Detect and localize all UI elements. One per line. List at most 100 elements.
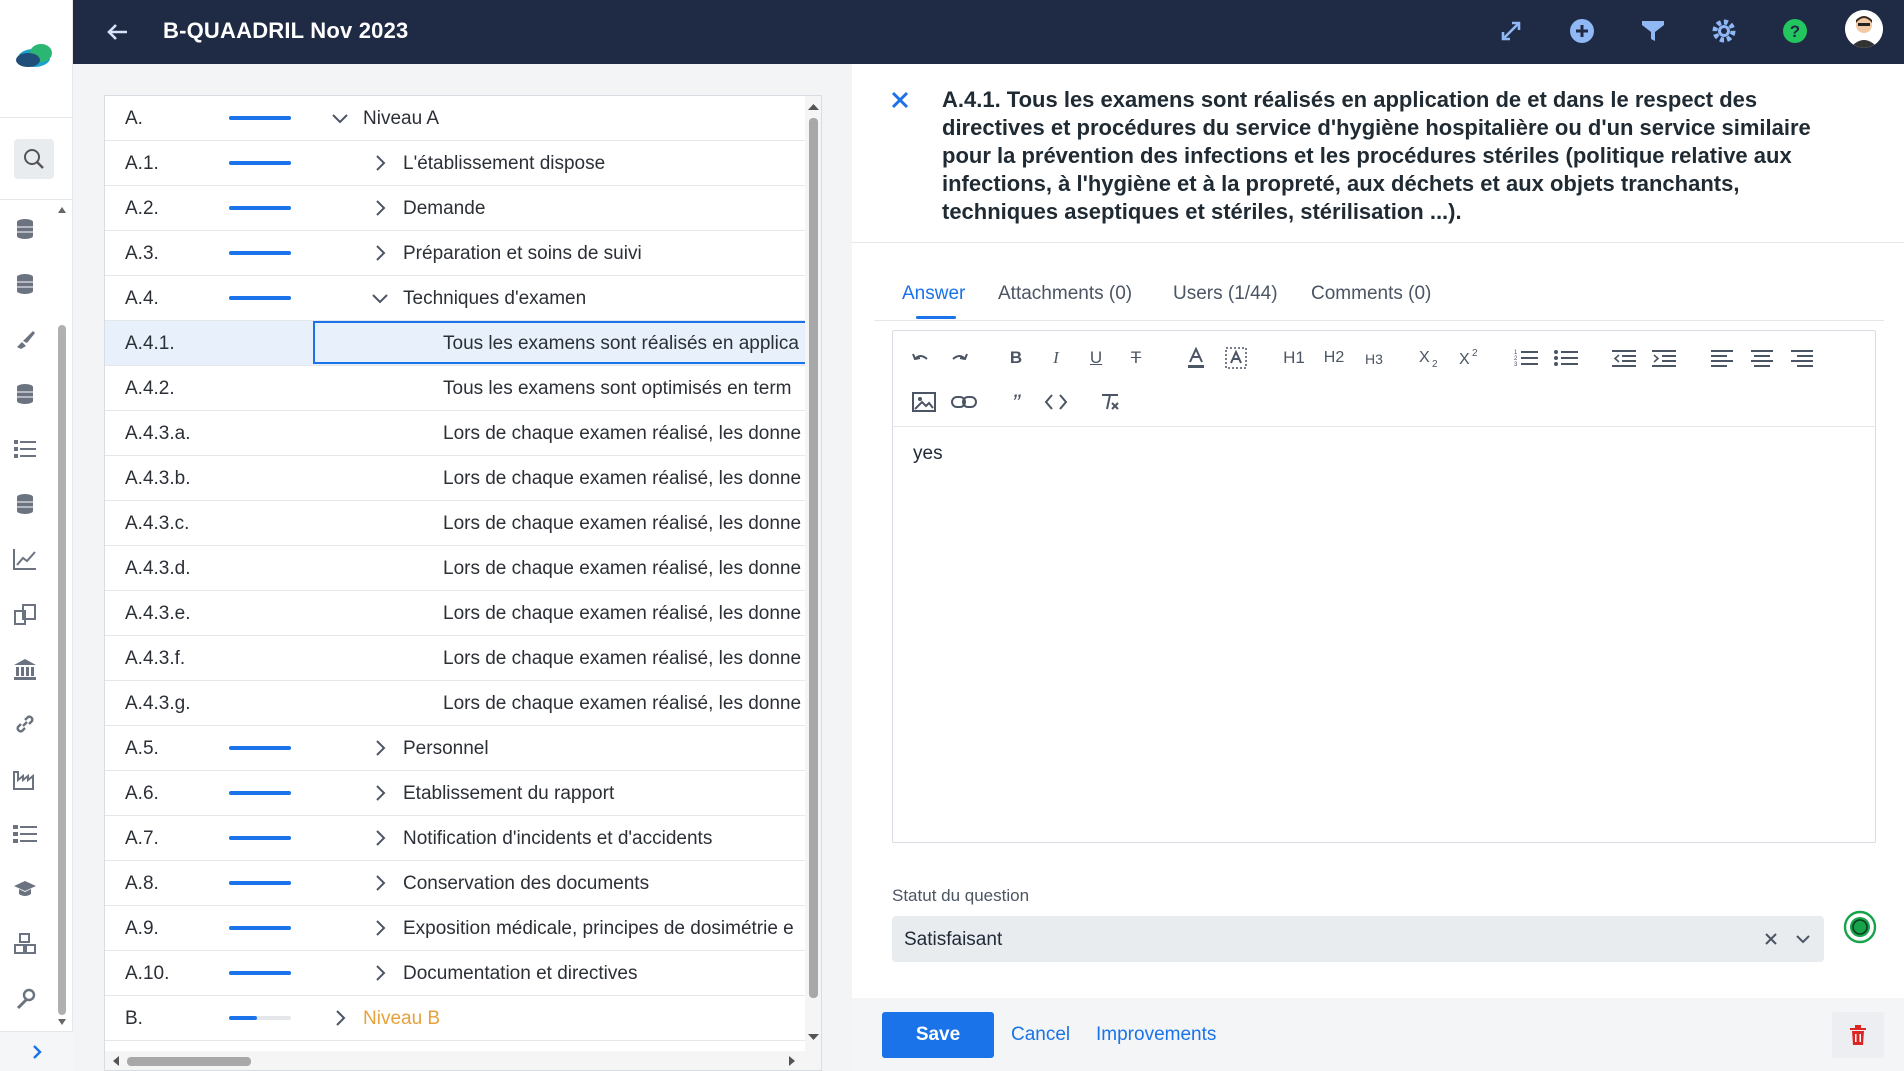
- align-right-icon[interactable]: [1785, 343, 1819, 373]
- tree-row[interactable]: A.4.3.b. Lors de chaque examen réalisé, l…: [105, 456, 805, 501]
- cubes-icon[interactable]: [12, 931, 38, 957]
- align-center-icon[interactable]: [1745, 343, 1779, 373]
- avatar[interactable]: [1845, 10, 1883, 48]
- documents-icon[interactable]: [12, 601, 38, 627]
- tree-horizontal-scrollbar[interactable]: [105, 1051, 821, 1070]
- heading-1-button[interactable]: H1: [1277, 343, 1311, 373]
- tree-row[interactable]: A.2. Demande: [105, 186, 805, 231]
- list-check-icon[interactable]: [12, 821, 38, 847]
- image-icon[interactable]: [907, 387, 941, 417]
- undo-icon[interactable]: [903, 343, 937, 373]
- bullet-list-icon[interactable]: [1549, 343, 1583, 373]
- list-icon[interactable]: [12, 436, 38, 462]
- tree-row[interactable]: A.4.3.g. Lors de chaque examen réalisé, l…: [105, 681, 805, 726]
- chevron-right-icon[interactable]: [369, 242, 391, 264]
- factory-icon[interactable]: [12, 766, 38, 792]
- chart-line-icon[interactable]: [12, 546, 38, 572]
- text-color-icon[interactable]: [1179, 343, 1213, 373]
- bold-button[interactable]: B: [999, 343, 1033, 373]
- back-arrow-icon[interactable]: [103, 18, 131, 46]
- tree-row[interactable]: A.6. Etablissement du rapport: [105, 771, 805, 816]
- graduation-cap-icon[interactable]: [12, 876, 38, 902]
- chevron-down-icon[interactable]: [329, 107, 351, 129]
- highlight-icon[interactable]: [1219, 343, 1253, 373]
- redo-icon[interactable]: [943, 343, 977, 373]
- improvements-button[interactable]: Improvements: [1096, 1024, 1216, 1046]
- gear-icon[interactable]: [1709, 16, 1739, 46]
- bank-icon[interactable]: [12, 656, 38, 682]
- cancel-button[interactable]: Cancel: [1011, 1024, 1070, 1046]
- help-icon[interactable]: ?: [1780, 16, 1810, 46]
- link-icon[interactable]: [12, 711, 38, 737]
- tab-attachments[interactable]: Attachments (0): [998, 283, 1132, 305]
- chevron-down-icon[interactable]: [369, 287, 391, 309]
- italic-button[interactable]: I: [1039, 343, 1073, 373]
- tree-row[interactable]: A.4. Techniques d'examen: [105, 276, 805, 321]
- tree-row[interactable]: A.4.3.e. Lors de chaque examen réalisé, l…: [105, 591, 805, 636]
- align-left-icon[interactable]: [1705, 343, 1739, 373]
- brush-icon[interactable]: [12, 326, 38, 352]
- tree-row[interactable]: A.4.1. Tous les examens sont réalisés en …: [105, 321, 813, 366]
- chevron-down-icon[interactable]: [1792, 928, 1814, 950]
- answer-text[interactable]: yes: [913, 443, 943, 465]
- tree-hscroll-thumb[interactable]: [127, 1057, 251, 1066]
- search-icon[interactable]: [14, 139, 54, 179]
- heading-3-button[interactable]: H3: [1357, 344, 1391, 374]
- tab-users[interactable]: Users (1/44): [1173, 283, 1278, 305]
- wrench-icon[interactable]: [12, 986, 38, 1012]
- expand-diagonal-icon[interactable]: [1496, 16, 1526, 46]
- tree-row[interactable]: A.3. Préparation et soins de suivi: [105, 231, 805, 276]
- link-icon[interactable]: [947, 387, 981, 417]
- tree-row[interactable]: A.8. Conservation des documents: [105, 861, 805, 906]
- app-logo[interactable]: [14, 40, 58, 70]
- chevron-right-icon[interactable]: [369, 872, 391, 894]
- chevron-right-icon[interactable]: [369, 917, 391, 939]
- clear-icon[interactable]: [1760, 928, 1782, 950]
- tree-row[interactable]: A.7. Notification d'incidents et d'accide…: [105, 816, 805, 861]
- code-icon[interactable]: [1039, 387, 1073, 417]
- database-icon[interactable]: [12, 271, 38, 297]
- chevron-right-icon[interactable]: [369, 782, 391, 804]
- tree-row[interactable]: A.4.2. Tous les examens sont optimisés en…: [105, 366, 805, 411]
- indent-icon[interactable]: [1647, 343, 1681, 373]
- status-select[interactable]: Satisfaisant: [892, 916, 1824, 962]
- chevron-right-icon[interactable]: [369, 152, 391, 174]
- delete-button[interactable]: [1832, 1012, 1884, 1058]
- tree-row[interactable]: A.5. Personnel: [105, 726, 805, 771]
- database-icon[interactable]: [12, 381, 38, 407]
- heading-2-button[interactable]: H2: [1317, 343, 1351, 373]
- chevron-right-icon[interactable]: [369, 827, 391, 849]
- strikethrough-button[interactable]: T: [1119, 343, 1153, 373]
- tree-row[interactable]: A.4.3.c. Lors de chaque examen réalisé, l…: [105, 501, 805, 546]
- expand-sidebar-button[interactable]: [0, 1031, 73, 1071]
- outdent-icon[interactable]: [1607, 343, 1641, 373]
- tab-comments[interactable]: Comments (0): [1311, 283, 1431, 305]
- tree-row[interactable]: A.9. Exposition médicale, principes de do…: [105, 906, 805, 951]
- superscript-icon[interactable]: X2: [1453, 343, 1487, 373]
- tree-vertical-scrollbar[interactable]: [805, 96, 821, 1051]
- chevron-right-icon[interactable]: [369, 737, 391, 759]
- underline-button[interactable]: U: [1079, 343, 1113, 373]
- add-circle-icon[interactable]: [1567, 16, 1597, 46]
- chevron-right-icon[interactable]: [369, 197, 391, 219]
- chevron-right-icon[interactable]: [369, 962, 391, 984]
- database-icon[interactable]: [12, 216, 38, 242]
- tree-row[interactable]: A.4.3.a. Lors de chaque examen réalisé, l…: [105, 411, 805, 456]
- close-icon[interactable]: [886, 86, 914, 114]
- database-icon[interactable]: [12, 491, 38, 517]
- tree-row[interactable]: A. Niveau A: [105, 96, 805, 141]
- tab-answer[interactable]: Answer: [902, 283, 965, 305]
- subscript-icon[interactable]: X2: [1413, 343, 1447, 373]
- tree-row[interactable]: A.4.3.d. Lors de chaque examen réalisé, l…: [105, 546, 805, 591]
- tree-row[interactable]: A.10. Documentation et directives: [105, 951, 805, 996]
- save-button[interactable]: Save: [882, 1012, 994, 1058]
- filter-icon[interactable]: [1638, 16, 1668, 46]
- chevron-right-icon[interactable]: [329, 1007, 351, 1029]
- tree-row[interactable]: A.1. L'établissement dispose: [105, 141, 805, 186]
- tree-scroll-thumb[interactable]: [809, 118, 818, 998]
- ordered-list-icon[interactable]: 123: [1509, 343, 1543, 373]
- sidebar-scroll-thumb[interactable]: [58, 325, 66, 1015]
- blockquote-button[interactable]: ”: [999, 389, 1033, 419]
- tree-row[interactable]: A.4.3.f. Lors de chaque examen réalisé, l…: [105, 636, 805, 681]
- tree-row[interactable]: B. Niveau B: [105, 996, 805, 1041]
